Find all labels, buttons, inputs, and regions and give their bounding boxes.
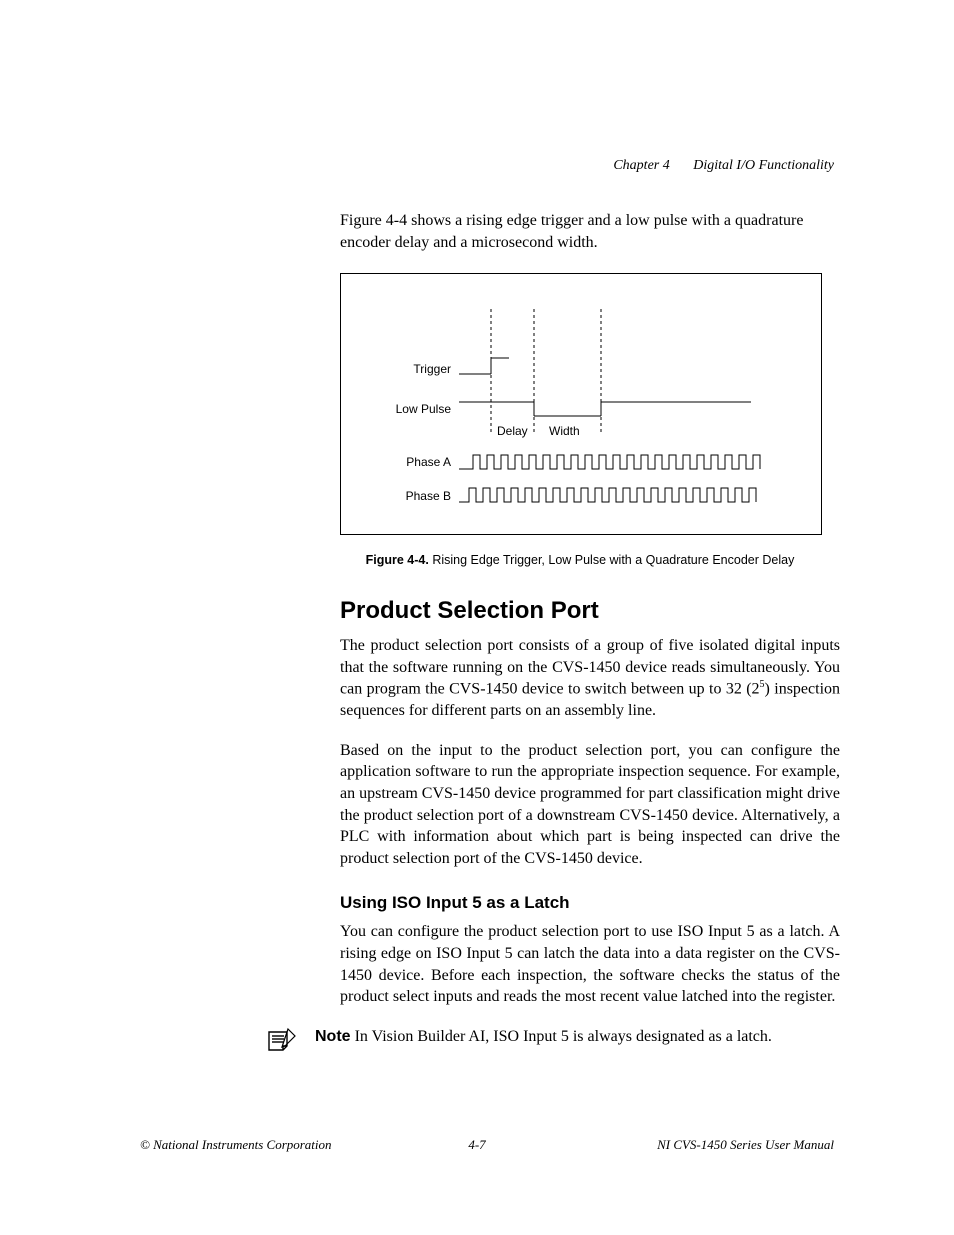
label-delay: Delay — [497, 424, 528, 438]
figure-caption: Figure 4-4. Rising Edge Trigger, Low Pul… — [280, 553, 880, 567]
label-phaseB: Phase B — [371, 489, 451, 503]
label-lowpulse: Low Pulse — [371, 402, 451, 416]
note-icon — [265, 1026, 297, 1054]
chapter-label: Chapter 4 — [613, 158, 669, 173]
figure-caption-text: Rising Edge Trigger, Low Pulse with a Qu… — [429, 553, 794, 567]
note-body: In Vision Builder AI, ISO Input 5 is alw… — [351, 1028, 772, 1045]
paragraph-3: You can configure the product selection … — [340, 921, 840, 1007]
page-header: Chapter 4 Digital I/O Functionality — [613, 158, 834, 174]
figure-caption-bold: Figure 4-4. — [366, 553, 429, 567]
paragraph-1: The product selection port consists of a… — [340, 635, 840, 722]
section-heading: Product Selection Port — [340, 597, 834, 625]
note-row: Note In Vision Builder AI, ISO Input 5 i… — [140, 1026, 834, 1054]
note-label: Note — [315, 1028, 351, 1045]
label-trigger: Trigger — [371, 362, 451, 376]
footer-right: NI CVS-1450 Series User Manual — [657, 1137, 834, 1153]
figure-box: Trigger Low Pulse Phase A Phase B Delay … — [340, 273, 822, 535]
paragraph-2: Based on the input to the product select… — [340, 740, 840, 870]
label-phaseA: Phase A — [371, 455, 451, 469]
intro-paragraph: Figure 4-4 shows a rising edge trigger a… — [340, 210, 840, 253]
label-width: Width — [549, 424, 580, 438]
note-text: Note In Vision Builder AI, ISO Input 5 i… — [315, 1026, 834, 1048]
chapter-title: Digital I/O Functionality — [693, 158, 834, 173]
document-page: Chapter 4 Digital I/O Functionality Figu… — [0, 0, 954, 1235]
subsection-heading: Using ISO Input 5 as a Latch — [340, 893, 834, 913]
